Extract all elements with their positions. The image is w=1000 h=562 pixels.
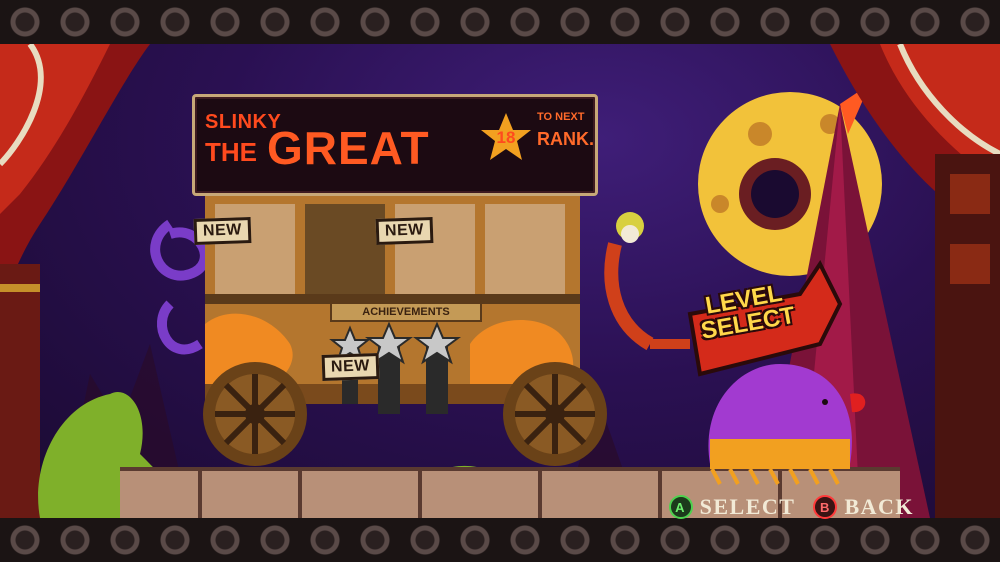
back-prompt[interactable]: B BACK bbox=[813, 494, 914, 520]
wagon-wheel-right bbox=[503, 362, 607, 466]
select-label: SELECT bbox=[699, 494, 796, 519]
rank-banner: SLINKY THE GREAT 18 TO NEXT RANK. bbox=[192, 94, 598, 196]
stars-to-next-rank: 18 bbox=[496, 128, 516, 147]
bottom-border-band bbox=[0, 518, 1000, 562]
game-scene: SLINKY THE GREAT 18 TO NEXT RANK. NEW NE… bbox=[0, 44, 1000, 518]
new-badge: NEW bbox=[375, 217, 434, 245]
player-name-article: THE bbox=[205, 137, 257, 167]
rank-title: GREAT bbox=[267, 122, 430, 174]
select-prompt[interactable]: A SELECT bbox=[668, 494, 796, 520]
star-icon: 18 bbox=[479, 111, 533, 165]
a-button-icon: A bbox=[668, 495, 693, 519]
to-next-label: TO NEXT bbox=[537, 111, 585, 123]
back-label: BACK bbox=[844, 494, 914, 519]
new-badge: NEW bbox=[321, 353, 380, 381]
achievements-plaque[interactable]: ACHIEVEMENTS bbox=[330, 302, 482, 322]
new-badge: NEW bbox=[193, 217, 252, 245]
top-border-band bbox=[0, 0, 1000, 44]
button-prompts: A SELECT B BACK bbox=[659, 494, 914, 520]
rank-label: RANK. bbox=[537, 129, 594, 149]
wagon-wheel-left bbox=[203, 362, 307, 466]
b-button-icon: B bbox=[813, 495, 838, 519]
clown-character bbox=[604, 212, 690, 351]
